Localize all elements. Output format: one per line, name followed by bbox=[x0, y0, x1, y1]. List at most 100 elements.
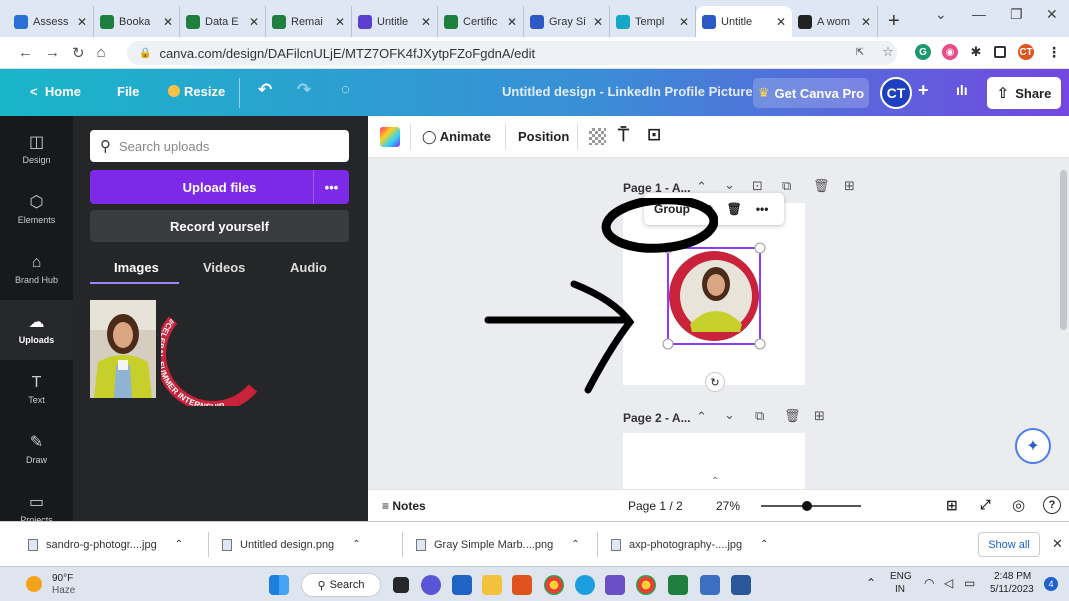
upload-thumbnail-arc-text[interactable]: #CELEBAL SUMMER INTERNSHIP bbox=[155, 306, 261, 412]
share-page-icon[interactable]: ⇱ bbox=[852, 44, 868, 60]
chevron-up-icon[interactable]: ⌃ bbox=[760, 539, 768, 550]
search-uploads-input[interactable]: ⚲ Search uploads bbox=[90, 130, 349, 162]
close-downloads-icon[interactable]: ✕ bbox=[1052, 536, 1063, 552]
chevron-up-icon[interactable]: ⌃ bbox=[175, 539, 183, 550]
vertical-scrollbar[interactable] bbox=[1060, 170, 1067, 330]
wifi-icon[interactable]: ◠ bbox=[924, 576, 934, 590]
browser-tab[interactable]: Untitle ✕ bbox=[352, 6, 438, 37]
widgets-icon[interactable] bbox=[452, 575, 472, 595]
download-item[interactable]: sandro-g-photogr....jpg ⌃ bbox=[28, 522, 183, 567]
cloud-sync-icon[interactable]: ◌ bbox=[341, 81, 350, 98]
redo-icon[interactable]: ↷ bbox=[297, 80, 311, 100]
chat-icon[interactable] bbox=[421, 575, 441, 595]
tray-chevron-icon[interactable]: ⌃ bbox=[866, 576, 876, 590]
url-field[interactable]: 🔒 canva.com/design/DAFilcnULjE/MTZ7OFK4f… bbox=[127, 41, 897, 65]
download-item[interactable]: Untitled design.png ⌃ bbox=[222, 522, 361, 567]
close-tab-icon[interactable]: ✕ bbox=[77, 15, 87, 29]
browser-tab[interactable]: Booka ✕ bbox=[94, 6, 180, 37]
duplicate-page-icon[interactable]: ⧉ bbox=[782, 178, 791, 194]
browser-tab[interactable]: Data E ✕ bbox=[180, 6, 266, 37]
volume-icon[interactable]: ◁ bbox=[944, 576, 953, 590]
position-button[interactable]: Position bbox=[518, 129, 569, 144]
paint-format-icon[interactable]: ⍑ bbox=[618, 125, 629, 146]
page-down-icon[interactable]: ⌄ bbox=[724, 177, 735, 193]
undo-icon[interactable]: ↶ bbox=[258, 80, 272, 100]
browser-tab[interactable]: Untitle ✕ bbox=[696, 6, 792, 37]
insights-chart-icon[interactable]: ılı bbox=[956, 82, 968, 98]
browser-tab[interactable]: Assess ✕ bbox=[8, 6, 94, 37]
close-tab-icon[interactable]: ✕ bbox=[163, 15, 173, 29]
close-tab-icon[interactable]: ✕ bbox=[679, 15, 689, 29]
chevron-up-icon[interactable]: ⌃ bbox=[571, 539, 579, 550]
office-icon[interactable] bbox=[512, 575, 532, 595]
close-window-icon[interactable]: ✕ bbox=[1046, 6, 1058, 23]
browser-tab[interactable]: Remai ✕ bbox=[266, 6, 352, 37]
upload-files-button[interactable]: Upload files ••• bbox=[90, 170, 349, 204]
teams-icon[interactable] bbox=[605, 575, 625, 595]
chevron-up-icon[interactable]: ⌃ bbox=[352, 539, 360, 550]
help-icon[interactable]: ? bbox=[1043, 496, 1061, 514]
check-icon[interactable]: ◎ bbox=[1012, 496, 1025, 514]
tab-audio[interactable]: Audio bbox=[290, 260, 327, 275]
word-icon[interactable] bbox=[731, 575, 751, 595]
side-panel-icon[interactable] bbox=[994, 46, 1006, 58]
close-tab-icon[interactable]: ✕ bbox=[335, 15, 345, 29]
duplicate-page-icon[interactable]: ⧉ bbox=[755, 408, 764, 424]
home-icon[interactable]: ⌂ bbox=[97, 44, 106, 61]
bookmark-star-icon[interactable]: ☆ bbox=[880, 44, 896, 60]
record-yourself-button[interactable]: Record yourself bbox=[90, 210, 349, 242]
browser-tab[interactable]: Certific ✕ bbox=[438, 6, 524, 37]
color-picker-icon[interactable] bbox=[380, 127, 400, 147]
upload-thumbnail-photo[interactable] bbox=[90, 300, 156, 398]
page-up-icon[interactable]: ⌃ bbox=[696, 409, 707, 425]
add-page-icon[interactable]: ⊞ bbox=[844, 178, 855, 194]
tab-videos[interactable]: Videos bbox=[203, 260, 245, 275]
file-explorer-icon[interactable] bbox=[482, 575, 502, 595]
browser-tab[interactable]: Templ ✕ bbox=[610, 6, 696, 37]
delete-icon[interactable]: 🗑 bbox=[727, 202, 742, 216]
restore-icon[interactable]: ❐ bbox=[1010, 6, 1023, 23]
taskbar-search[interactable]: ⚲ Search bbox=[301, 573, 381, 597]
page-2-label[interactable]: Page 2 - A... bbox=[623, 411, 691, 425]
profile-avatar[interactable]: CT bbox=[1018, 44, 1034, 60]
close-tab-icon[interactable]: ✕ bbox=[507, 15, 517, 29]
page-lock-icon[interactable]: ⊡ bbox=[752, 178, 763, 194]
forward-icon[interactable]: → bbox=[45, 44, 60, 61]
rail-item-elements[interactable]: ⬡ Elements bbox=[0, 180, 73, 240]
resize-button[interactable]: Resize bbox=[168, 84, 225, 99]
show-pages-chevron-icon[interactable]: ⌃ bbox=[711, 476, 719, 487]
close-tab-icon[interactable]: ✕ bbox=[593, 15, 603, 29]
user-avatar[interactable]: CT bbox=[880, 77, 912, 109]
page-indicator[interactable]: Page 1 / 2 bbox=[628, 499, 683, 513]
rail-item-text[interactable]: T Text bbox=[0, 360, 73, 420]
delete-page-icon[interactable]: 🗑 bbox=[784, 408, 801, 424]
close-tab-icon[interactable]: ✕ bbox=[861, 15, 871, 29]
extensions-puzzle-icon[interactable]: ✱ bbox=[968, 44, 984, 60]
chrome-profile-icon[interactable] bbox=[636, 575, 656, 595]
close-tab-icon[interactable]: ✕ bbox=[421, 15, 431, 29]
lock-icon[interactable]: ⊡ bbox=[647, 125, 661, 145]
home-button[interactable]: < Home bbox=[30, 84, 81, 99]
get-canva-pro-button[interactable]: ♛ Get Canva Pro bbox=[753, 78, 869, 108]
document-title[interactable]: Untitled design - LinkedIn Profile Pictu… bbox=[502, 84, 753, 99]
photos-icon[interactable] bbox=[700, 575, 720, 595]
share-button[interactable]: ⇧ Share bbox=[987, 77, 1061, 109]
new-tab-button[interactable]: + bbox=[888, 6, 900, 37]
edge-icon[interactable] bbox=[575, 575, 595, 595]
upload-more-options-button[interactable]: ••• bbox=[313, 170, 349, 204]
language-eng[interactable]: ENG bbox=[890, 571, 912, 582]
browser-tab[interactable]: A wom ✕ bbox=[792, 6, 878, 37]
zoom-value[interactable]: 27% bbox=[716, 499, 740, 513]
notes-button[interactable]: ≡ Notes bbox=[382, 499, 426, 513]
minimize-icon[interactable]: — bbox=[972, 6, 986, 22]
chrome-icon[interactable] bbox=[544, 575, 564, 595]
rail-item-brand-hub[interactable]: ⌂ Brand Hub bbox=[0, 240, 73, 300]
rail-item-design[interactable]: ◫ Design bbox=[0, 120, 73, 180]
fullscreen-icon[interactable]: ⤢ bbox=[980, 497, 990, 513]
tab-search-icon[interactable]: ⌄ bbox=[935, 6, 947, 23]
page-down-icon[interactable]: ⌄ bbox=[724, 407, 735, 423]
battery-icon[interactable]: ▭ bbox=[964, 576, 975, 590]
notification-badge[interactable]: 4 bbox=[1044, 577, 1058, 591]
extension-pin-icon[interactable]: ◉ bbox=[942, 44, 958, 60]
close-tab-icon[interactable]: ✕ bbox=[249, 15, 259, 29]
